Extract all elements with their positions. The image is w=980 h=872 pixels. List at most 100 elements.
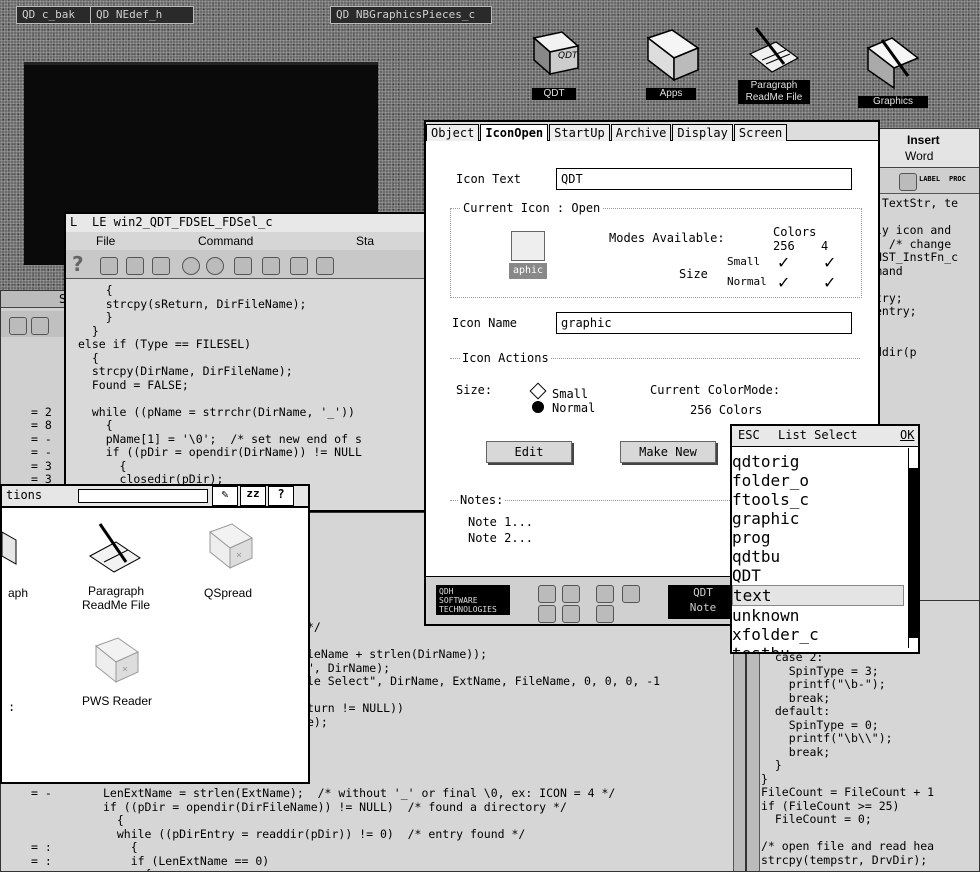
window-tab-nbgraphics[interactable]: QD NBGraphicsPieces_c xyxy=(330,6,492,24)
code-line: strcpy(DirName, DirFileName); xyxy=(78,364,293,378)
ok-button[interactable]: OK xyxy=(900,428,914,442)
footer-icon[interactable] xyxy=(562,585,580,603)
toolbar-icon[interactable] xyxy=(9,317,27,335)
note-2[interactable]: Note 2... xyxy=(468,531,533,545)
desktop-icon-label: Graphics xyxy=(858,96,928,108)
qdt-note-button[interactable]: QDT Note xyxy=(668,585,738,619)
menu-insert[interactable]: Insert xyxy=(907,133,940,147)
menu-word[interactable]: Word xyxy=(905,149,933,163)
help-icon[interactable]: ? xyxy=(72,252,84,276)
note-1[interactable]: Note 1... xyxy=(468,515,533,529)
code-line: mand xyxy=(875,263,903,278)
arrow-icon[interactable] xyxy=(290,257,308,275)
icon-actions-label: Icon Actions xyxy=(460,351,551,365)
open-folder-icon[interactable] xyxy=(100,257,118,275)
icon-text-label: Icon Text xyxy=(456,172,522,186)
tab-iconopen[interactable]: IconOpen xyxy=(480,124,549,141)
radio-normal[interactable] xyxy=(532,401,544,413)
icon-preview: aphic xyxy=(503,229,553,285)
window-tab-c-bak[interactable]: QD c_bak xyxy=(16,6,96,24)
proc-icon[interactable]: PROC xyxy=(949,175,966,183)
footer-icon[interactable] xyxy=(622,585,640,603)
save-icon[interactable] xyxy=(126,257,144,275)
tab-startup[interactable]: StartUp xyxy=(549,124,610,141)
menu-command[interactable]: Command xyxy=(198,234,253,248)
code-line: while ((pDirEntry = readdir(pDir)) != 0)… xyxy=(103,826,526,841)
app-icon-fragment: : xyxy=(8,700,16,714)
icon-name-field[interactable]: graphic xyxy=(556,312,852,334)
code-line: { xyxy=(103,840,138,854)
search-icon[interactable] xyxy=(182,257,200,275)
radio-small[interactable] xyxy=(529,382,547,400)
list-item[interactable]: prog xyxy=(732,528,904,547)
check-small-256-icon: ✓ xyxy=(777,253,791,272)
code-line: if ((pDir = opendir(DirFileName)) != NUL… xyxy=(103,799,567,814)
footer-icon[interactable] xyxy=(538,585,556,603)
tab-archive[interactable]: Archive xyxy=(610,124,672,141)
code-line: break; xyxy=(761,744,831,759)
app-icon-paragraph-readme[interactable]: Paragraph ReadMe File xyxy=(72,520,162,630)
arrow-icon[interactable] xyxy=(316,257,334,275)
list-item[interactable]: graphic xyxy=(732,509,904,528)
list-item[interactable]: unknown xyxy=(732,606,904,625)
pen-icon[interactable]: ✎ xyxy=(212,486,238,506)
list-item[interactable]: testbu xyxy=(732,644,904,652)
make-new-button[interactable]: Make New xyxy=(620,441,716,463)
edit-button[interactable]: Edit xyxy=(486,441,572,463)
code-line: SpinType = 3; xyxy=(761,663,879,678)
folder-icon xyxy=(646,29,700,82)
app-icon-qspread[interactable]: × QSpread xyxy=(192,522,272,602)
window-menu-icon[interactable]: L xyxy=(70,215,77,229)
list-item[interactable]: xfolder_c xyxy=(732,625,904,644)
app-icon-label: Paragraph ReadMe File xyxy=(81,584,151,612)
desktop-icon-paragraph-readme[interactable]: Paragraph ReadMe File xyxy=(732,24,816,120)
icon-text-field[interactable]: QDT xyxy=(556,168,852,190)
search-replace-icon[interactable] xyxy=(206,257,224,275)
current-icon-label: Current Icon : Open xyxy=(461,201,603,215)
desktop-icon-apps[interactable]: Apps xyxy=(636,28,708,108)
menu-file[interactable]: File xyxy=(96,234,115,248)
tab-display[interactable]: Display xyxy=(672,124,733,141)
list-item[interactable]: ftools_c xyxy=(732,490,904,509)
sleep-button[interactable]: zz xyxy=(240,486,266,506)
list-item[interactable]: QDT xyxy=(732,566,904,585)
list-item[interactable]: folder_o xyxy=(732,471,904,490)
books-icon[interactable] xyxy=(152,257,170,275)
colormode-label: Current ColorMode: xyxy=(650,383,781,397)
footer-icon[interactable] xyxy=(562,605,580,623)
footer-icon[interactable] xyxy=(596,605,614,623)
tab-strip: Object IconOpen StartUp Archive Display Scree… xyxy=(426,122,878,141)
help-button[interactable]: ? xyxy=(268,486,294,506)
list-scrollbar[interactable] xyxy=(908,448,918,648)
code-line: Found = FALSE; xyxy=(78,377,189,392)
copy-icon[interactable] xyxy=(234,257,252,275)
code-line: /* open file and read hea xyxy=(761,839,935,853)
footer-icon[interactable] xyxy=(538,605,556,623)
window-tab-nedef[interactable]: QD NEdef_h xyxy=(90,6,194,24)
code-line: printf("\b\\"); xyxy=(761,731,893,745)
source-editor-window: L LE win2_QDT_FDSEL_FDSel_c File Command… xyxy=(64,212,444,512)
radio-small-label: Small xyxy=(552,387,589,401)
app-icon-pws-reader[interactable]: × PWS Reader xyxy=(72,636,162,726)
esc-button[interactable]: ESC xyxy=(738,428,760,442)
notepad-icon[interactable] xyxy=(899,173,917,191)
svg-text:×: × xyxy=(122,664,128,675)
list-item-highlighted[interactable]: text xyxy=(732,585,904,606)
list-item[interactable]: qdtorig xyxy=(732,452,904,471)
label-icon[interactable]: LABEL xyxy=(919,175,940,183)
tab-screen[interactable]: Screen xyxy=(733,124,788,141)
chart-icon[interactable] xyxy=(596,585,614,603)
desktop-icon-qdt[interactable]: QDT QDT xyxy=(518,28,590,108)
colors-4: 4 xyxy=(821,239,829,253)
desktop-icon-graphics[interactable]: Graphics xyxy=(852,36,932,116)
paste-icon[interactable] xyxy=(262,257,280,275)
menu-status[interactable]: Sta xyxy=(356,234,374,248)
app-icon-aph[interactable]: aph xyxy=(2,526,42,606)
list-item[interactable]: qdtbu xyxy=(732,547,904,566)
tab-object[interactable]: Object xyxy=(426,124,480,141)
radio-normal-label: Normal xyxy=(552,401,596,415)
